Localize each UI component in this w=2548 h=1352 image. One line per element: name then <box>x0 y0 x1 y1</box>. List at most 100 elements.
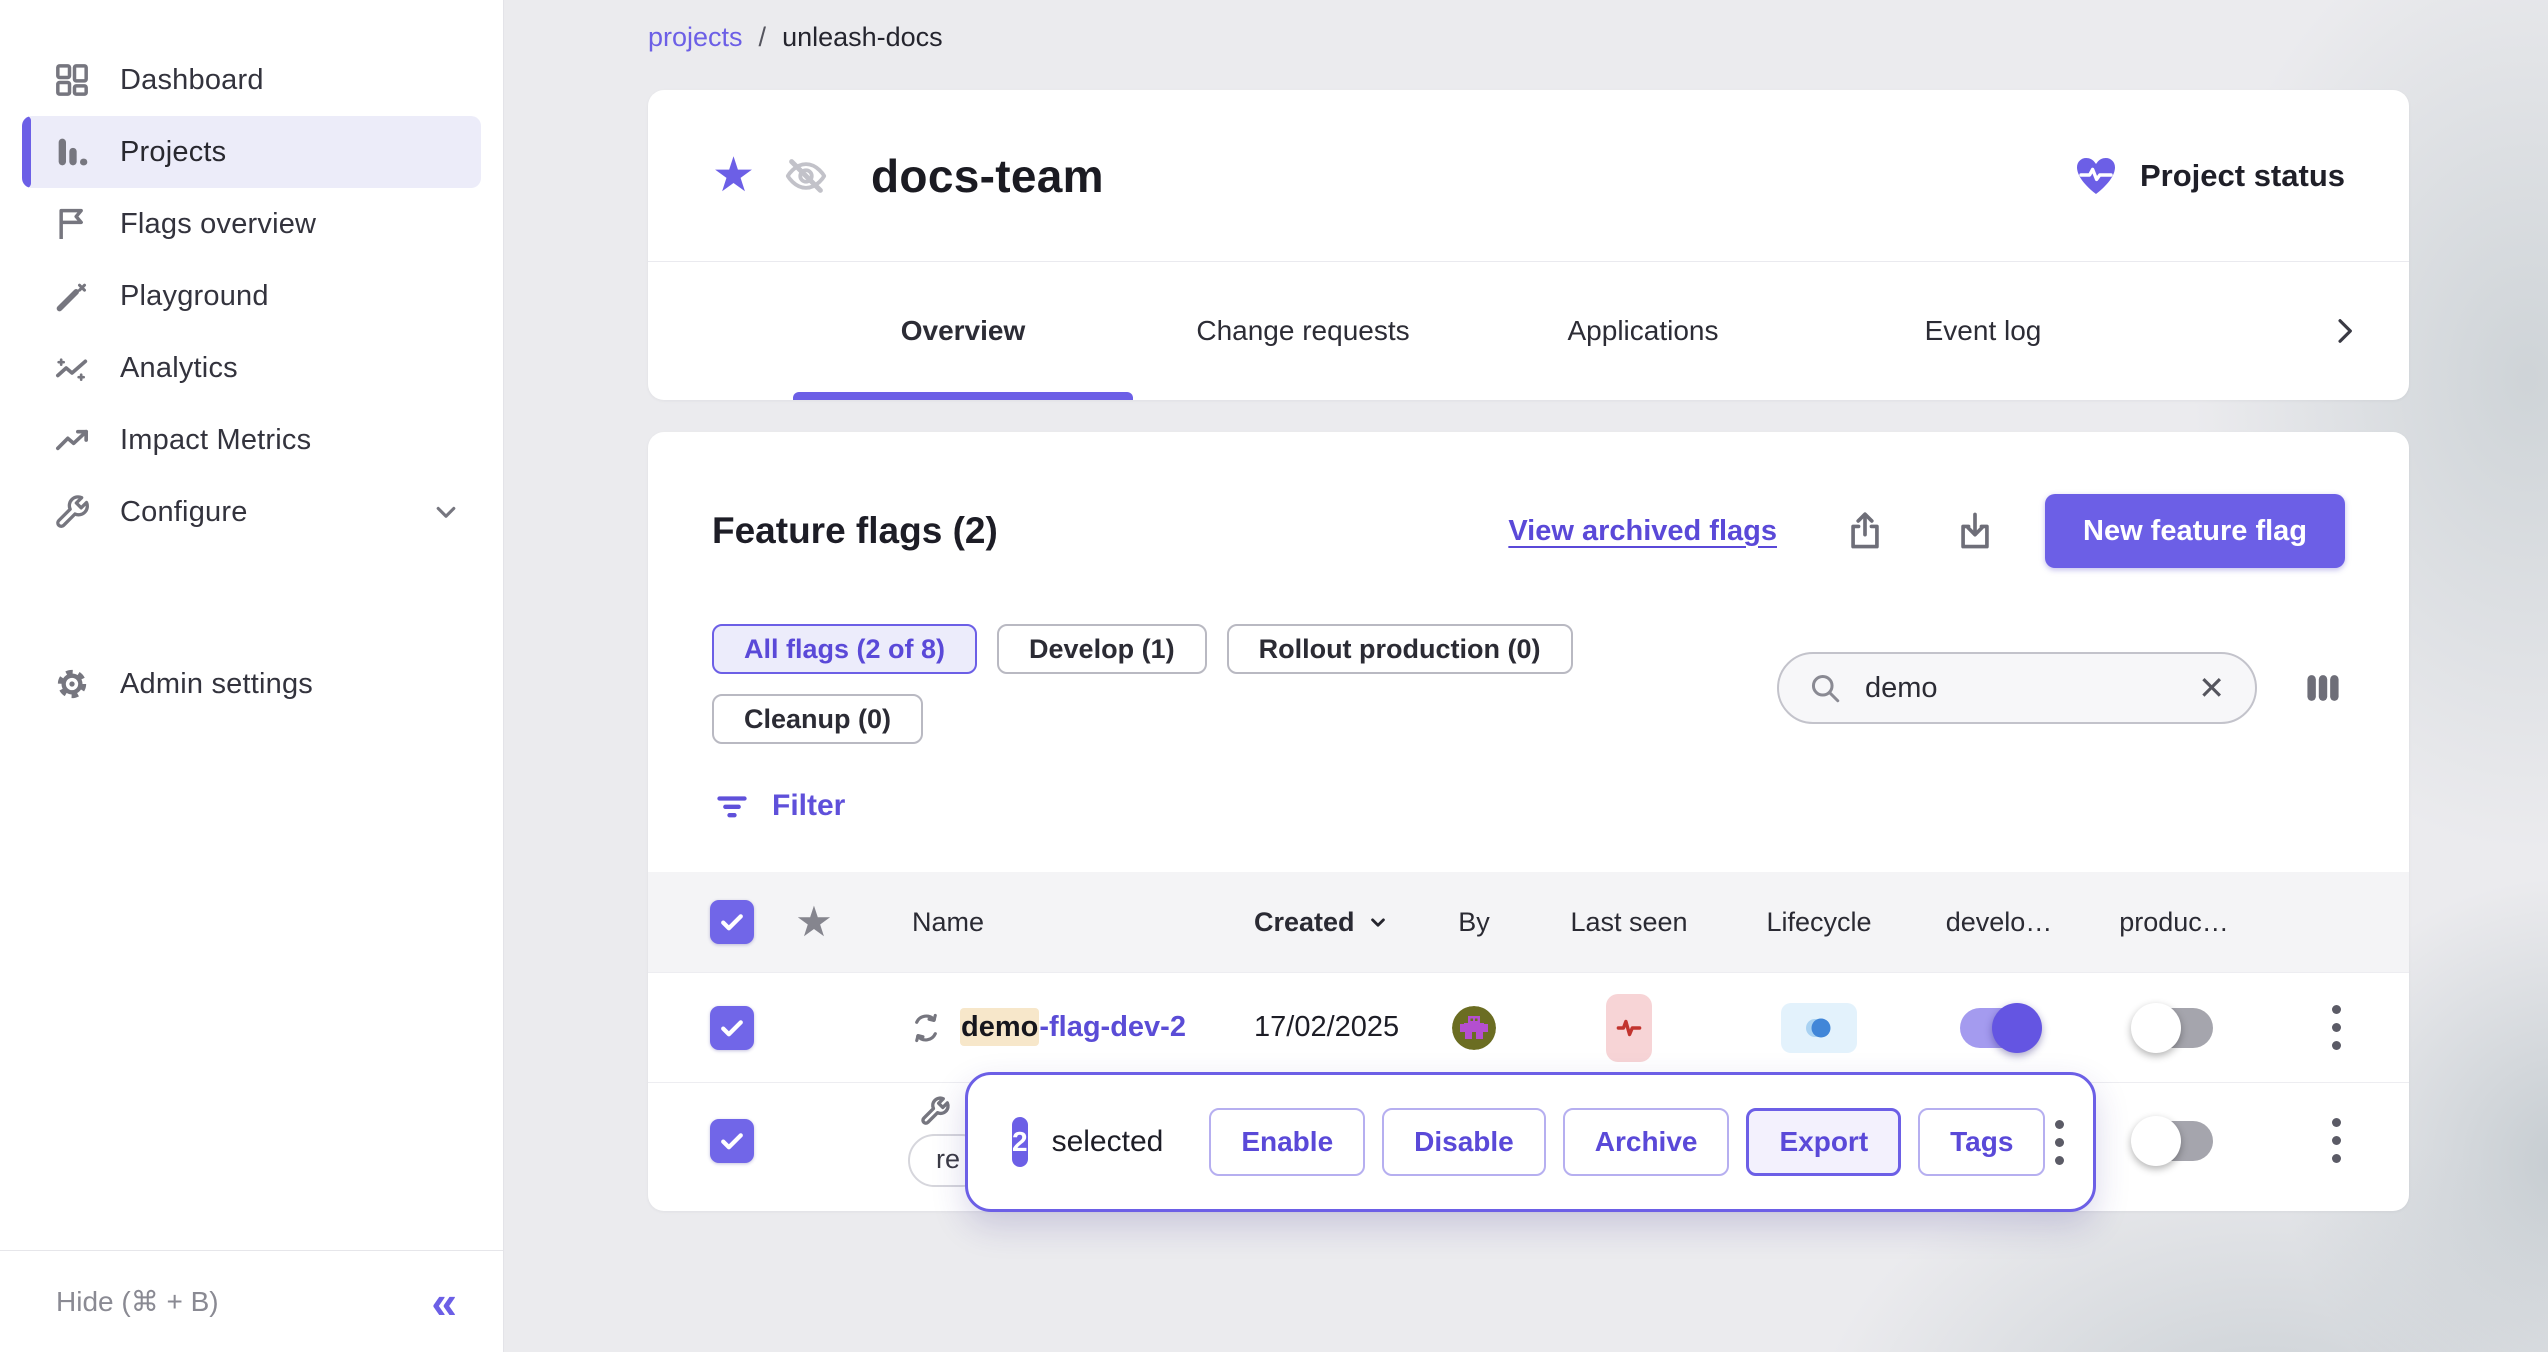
flags-title: Feature flags (2) <box>712 510 998 552</box>
selection-toolbar: 2 selected Enable Disable Archive Export… <box>965 1072 2096 1212</box>
column-header-created[interactable]: Created <box>1214 907 1414 938</box>
breadcrumb-projects-link[interactable]: projects <box>648 22 743 53</box>
breadcrumb: projects / unleash-docs <box>648 0 2409 53</box>
search-input[interactable] <box>1865 672 2194 705</box>
kebab-menu-icon[interactable] <box>2322 1108 2351 1173</box>
search-box[interactable]: ✕ <box>1777 652 2257 724</box>
sidebar-footer: Hide (⌘ + B) « <box>0 1250 503 1352</box>
chip-cleanup[interactable]: Cleanup (0) <box>712 694 923 744</box>
feature-flags-card: Feature flags (2) View archived flags Ne… <box>648 432 2409 1211</box>
filter-row: Filter <box>648 786 2409 826</box>
dashboard-icon <box>50 58 94 102</box>
flags-controls-row: All flags (2 of 8) Develop (1) Rollout p… <box>648 624 2409 744</box>
kebab-menu-icon[interactable] <box>2045 1110 2074 1175</box>
selected-count-badge: 2 <box>1012 1117 1028 1167</box>
page-title: docs-team <box>871 149 1104 203</box>
chevron-right-icon[interactable] <box>2325 312 2363 350</box>
sidebar-item-impact-metrics[interactable]: Impact Metrics <box>22 404 481 476</box>
search-group: ✕ <box>1777 652 2345 724</box>
star-icon[interactable]: ★ <box>712 152 755 200</box>
filter-label: Filter <box>772 789 845 823</box>
project-tabs: Overview Change requests Applications Ev… <box>648 262 2409 400</box>
flag-name-link[interactable]: demo-flag-dev-2 <box>960 1011 1186 1044</box>
sidebar-item-label: Projects <box>120 136 226 169</box>
selection-actions: Enable Disable Archive Export Tags <box>1209 1108 2045 1176</box>
tab-overview[interactable]: Overview <box>793 262 1133 400</box>
collapse-sidebar-icon[interactable]: « <box>431 1279 457 1325</box>
sidebar-item-admin-settings[interactable]: Admin settings <box>22 648 481 720</box>
chip-all-flags[interactable]: All flags (2 of 8) <box>712 624 977 674</box>
view-archived-flags-link[interactable]: View archived flags <box>1508 515 1777 548</box>
sidebar-item-label: Analytics <box>120 352 238 385</box>
column-header-lifecycle[interactable]: Lifecycle <box>1724 907 1914 938</box>
project-status-label: Project status <box>2140 158 2345 194</box>
sidebar-item-flags-overview[interactable]: Flags overview <box>22 188 481 260</box>
sidebar-item-projects[interactable]: Projects <box>22 116 481 188</box>
chevron-down-icon <box>429 495 463 529</box>
table-row: demo-flag-dev-2 17/02/2025 <box>648 972 2409 1082</box>
row-checkbox[interactable] <box>710 1006 754 1050</box>
import-icon[interactable] <box>1953 509 1997 553</box>
user-avatar <box>1452 1006 1496 1050</box>
columns-icon[interactable] <box>2301 666 2345 710</box>
disable-button[interactable]: Disable <box>1382 1108 1546 1176</box>
activity-pulse-icon <box>1612 1011 1646 1045</box>
clear-search-icon[interactable]: ✕ <box>2194 668 2229 708</box>
row-checkbox[interactable] <box>710 1119 754 1163</box>
favorite-column-icon[interactable]: ★ <box>795 901 833 943</box>
filter-button[interactable]: Filter <box>712 786 845 826</box>
sidebar-item-label: Playground <box>120 280 269 313</box>
table-header-row: ★ Name Created By Last seen Lifecycle de… <box>648 872 2409 972</box>
filter-icon <box>712 786 752 826</box>
project-status-button[interactable]: Project status <box>2072 152 2345 200</box>
breadcrumb-current: unleash-docs <box>782 22 943 53</box>
column-header-last-seen[interactable]: Last seen <box>1534 907 1724 938</box>
develop-toggle[interactable] <box>1960 1008 2038 1048</box>
export-icon[interactable] <box>1843 509 1887 553</box>
column-header-name[interactable]: Name <box>884 907 1214 938</box>
column-header-develop[interactable]: develo… <box>1914 907 2084 938</box>
trend-up-icon <box>50 418 94 462</box>
new-feature-flag-button[interactable]: New feature flag <box>2045 494 2345 568</box>
tab-applications[interactable]: Applications <box>1473 262 1813 400</box>
sort-chevron-icon <box>1365 909 1391 935</box>
projects-icon <box>50 130 94 174</box>
chip-rollout-production[interactable]: Rollout production (0) <box>1227 624 1573 674</box>
archive-button[interactable]: Archive <box>1563 1108 1730 1176</box>
sidebar-item-label: Configure <box>120 496 248 529</box>
analytics-icon <box>50 346 94 390</box>
production-toggle[interactable] <box>2135 1121 2213 1161</box>
pre-live-icon <box>1799 1014 1839 1042</box>
column-header-by[interactable]: By <box>1414 907 1534 938</box>
gear-icon <box>50 662 94 706</box>
active-indicator <box>22 116 31 188</box>
sync-icon <box>908 1010 944 1046</box>
sidebar-item-analytics[interactable]: Analytics <box>22 332 481 404</box>
column-header-production[interactable]: produc… <box>2084 907 2264 938</box>
hide-sidebar-label: Hide (⌘ + B) <box>56 1285 219 1318</box>
search-icon <box>1807 670 1843 706</box>
created-date: 17/02/2025 <box>1214 1011 1414 1044</box>
production-toggle[interactable] <box>2135 1008 2213 1048</box>
sidebar: Dashboard Projects Flags overview P <box>0 0 504 1352</box>
kebab-menu-icon[interactable] <box>2322 995 2351 1060</box>
last-seen-badge[interactable] <box>1606 994 1652 1062</box>
flag-icon <box>50 202 94 246</box>
chip-develop[interactable]: Develop (1) <box>997 624 1207 674</box>
export-button[interactable]: Export <box>1746 1108 1901 1176</box>
sidebar-item-playground[interactable]: Playground <box>22 260 481 332</box>
wand-icon <box>50 274 94 318</box>
sidebar-item-label: Flags overview <box>120 208 316 241</box>
lifecycle-badge[interactable] <box>1781 1003 1857 1053</box>
breadcrumb-separator: / <box>759 22 767 53</box>
tab-change-requests[interactable]: Change requests <box>1133 262 1473 400</box>
flags-header-row: Feature flags (2) View archived flags Ne… <box>648 432 2409 568</box>
sidebar-item-label: Admin settings <box>120 668 313 701</box>
tab-event-log[interactable]: Event log <box>1813 262 2153 400</box>
project-head-row: ★ docs-team Project status <box>648 90 2409 262</box>
enable-button[interactable]: Enable <box>1209 1108 1365 1176</box>
sidebar-item-dashboard[interactable]: Dashboard <box>22 44 481 116</box>
tags-button[interactable]: Tags <box>1918 1108 2045 1176</box>
sidebar-item-configure[interactable]: Configure <box>22 476 481 548</box>
main-area: projects / unleash-docs ★ docs-team <box>504 0 2548 1352</box>
